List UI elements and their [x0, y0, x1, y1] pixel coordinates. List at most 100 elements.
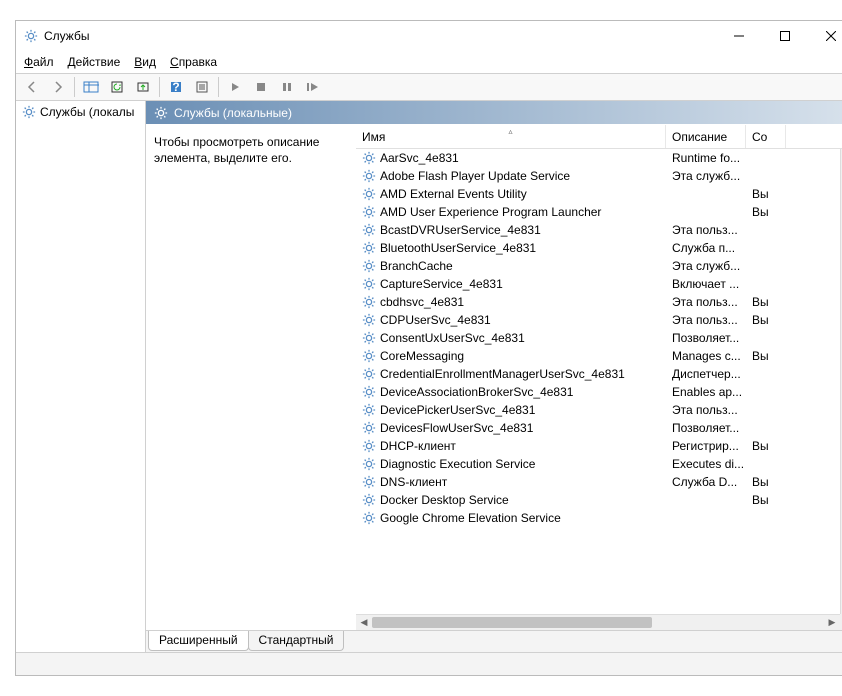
maximize-button[interactable] — [762, 21, 808, 51]
app-icon — [24, 29, 38, 43]
tab-extended[interactable]: Расширенный — [148, 631, 249, 651]
menu-file[interactable]: Файл — [24, 55, 54, 69]
service-row[interactable]: DNS-клиентСлужба D...Вы — [356, 473, 840, 491]
service-row[interactable]: CDPUserSvc_4e831Эта польз...Вы — [356, 311, 840, 329]
service-row[interactable]: Google Chrome Elevation Service — [356, 509, 840, 527]
service-desc: Служба п... — [672, 241, 735, 255]
services-window: { "title": "Службы", "menu": { "file": "… — [15, 20, 842, 676]
service-row[interactable]: DevicePickerUserSvc_4e831Эта польз... — [356, 401, 840, 419]
service-row[interactable]: BranchCache Эта служб... — [356, 257, 840, 275]
column-name[interactable]: Имя ▵ — [356, 125, 666, 148]
window-title: Службы — [44, 29, 89, 43]
gear-icon — [362, 385, 376, 399]
service-status: Вы — [752, 295, 769, 309]
separator — [159, 77, 160, 97]
pane-title: Службы (локальные) — [174, 106, 292, 120]
pane-header: Службы (локальные) — [146, 101, 842, 125]
gear-icon — [362, 151, 376, 165]
gear-icon — [362, 475, 376, 489]
gear-icon — [362, 421, 376, 435]
tab-standard[interactable]: Стандартный — [248, 631, 345, 651]
service-row[interactable]: Docker Desktop Service Вы — [356, 491, 840, 509]
tree-root-item[interactable]: Службы (локалы — [18, 103, 143, 121]
service-row[interactable]: Diagnostic Execution ServiceExecutes di.… — [356, 455, 840, 473]
service-row[interactable]: cbdhsvc_4e831Эта польз...Вы — [356, 293, 840, 311]
service-desc: Эта польз... — [672, 313, 738, 327]
service-row[interactable]: AarSvc_4e831 Runtime fo... — [356, 149, 840, 167]
service-name: AarSvc_4e831 — [380, 151, 459, 165]
service-row[interactable]: CaptureService_4e831Включает ... — [356, 275, 840, 293]
menu-action[interactable]: Действие — [68, 55, 121, 69]
stop-button[interactable] — [249, 76, 273, 98]
gear-icon — [362, 493, 376, 507]
restart-button[interactable] — [301, 76, 325, 98]
description-text: Чтобы просмотреть описание элемента, выд… — [154, 135, 319, 165]
menubar: Файл Действие Вид Справка — [16, 51, 842, 73]
service-name: Docker Desktop Service — [380, 493, 509, 507]
service-row[interactable]: Adobe Flash Player Update ServiceЭта слу… — [356, 167, 840, 185]
hscroll-thumb[interactable] — [372, 617, 652, 628]
menu-help[interactable]: Справка — [170, 55, 217, 69]
service-row[interactable]: ConsentUxUserSvc_4e831Позволяет... — [356, 329, 840, 347]
service-desc: Enables ap... — [672, 385, 742, 399]
menu-view[interactable]: Вид — [134, 55, 156, 69]
back-button[interactable] — [20, 76, 44, 98]
scroll-left-icon[interactable]: ◀ — [356, 615, 372, 630]
start-button[interactable] — [223, 76, 247, 98]
services-rows[interactable]: AarSvc_4e831 Runtime fo... Adobe Flash Pla… — [356, 149, 840, 614]
service-row[interactable]: DeviceAssociationBrokerSvc_4e831 Enables … — [356, 383, 840, 401]
service-row[interactable]: BcastDVRUserService_4e831Эта польз... — [356, 221, 840, 239]
gear-icon — [362, 277, 376, 291]
service-row[interactable]: CoreMessagingManages c...Вы — [356, 347, 840, 365]
service-row[interactable]: AMD External Events UtilityВы — [356, 185, 840, 203]
service-desc: Эта польз... — [672, 403, 738, 417]
service-name: DHCP-клиент — [380, 439, 456, 453]
gear-icon — [154, 106, 168, 120]
service-desc: Позволяет... — [672, 331, 739, 345]
service-name: BcastDVRUserService_4e831 — [380, 223, 541, 237]
service-row[interactable]: DHCP-клиент Регистрир... Вы — [356, 437, 840, 455]
service-status: Вы — [752, 439, 769, 453]
gear-icon — [362, 169, 376, 183]
service-row[interactable]: DevicesFlowUserSvc_4e831Позволяет... — [356, 419, 840, 437]
service-name: AMD External Events Utility — [380, 187, 527, 201]
service-status: Вы — [752, 493, 769, 507]
column-status[interactable]: Со — [746, 125, 786, 148]
service-desc: Диспетчер... — [672, 367, 741, 381]
column-description[interactable]: Описание — [666, 125, 746, 148]
column-headers: Имя ▵ Описание Со — [356, 125, 842, 149]
gear-icon — [362, 187, 376, 201]
separator — [218, 77, 219, 97]
show-hide-tree-button[interactable] — [79, 76, 103, 98]
service-name: DeviceAssociationBrokerSvc_4e831 — [380, 385, 573, 399]
gear-icon — [362, 241, 376, 255]
help-button[interactable]: ? — [164, 76, 188, 98]
description-pane: Чтобы просмотреть описание элемента, выд… — [146, 125, 356, 630]
gear-icon — [362, 457, 376, 471]
minimize-button[interactable] — [716, 21, 762, 51]
scroll-right-icon[interactable]: ▶ — [824, 615, 840, 630]
service-name: CredentialEnrollmentManagerUserSvc_4e831 — [380, 367, 625, 381]
properties-button[interactable] — [190, 76, 214, 98]
tree-pane[interactable]: Службы (локалы — [16, 101, 146, 652]
refresh-button[interactable] — [105, 76, 129, 98]
service-desc: Runtime fo... — [672, 151, 740, 165]
service-row[interactable]: BluetoothUserService_4e831Служба п... — [356, 239, 840, 257]
service-status: Вы — [752, 475, 769, 489]
gear-icon — [362, 259, 376, 273]
service-status: Вы — [752, 205, 769, 219]
close-button[interactable] — [808, 21, 842, 51]
horizontal-scrollbar[interactable]: ◀ ▶ — [356, 614, 840, 630]
svg-text:?: ? — [172, 80, 179, 94]
service-status: Вы — [752, 349, 769, 363]
service-row[interactable]: CredentialEnrollmentManagerUserSvc_4e831… — [356, 365, 840, 383]
service-desc: Эта служб... — [672, 259, 740, 273]
pause-button[interactable] — [275, 76, 299, 98]
service-name: Google Chrome Elevation Service — [380, 511, 561, 525]
export-button[interactable] — [131, 76, 155, 98]
service-desc: Регистрир... — [672, 439, 739, 453]
service-name: BranchCache — [380, 259, 453, 273]
service-name: AMD User Experience Program Launcher — [380, 205, 601, 219]
service-row[interactable]: AMD User Experience Program Launcher Вы — [356, 203, 840, 221]
forward-button[interactable] — [46, 76, 70, 98]
